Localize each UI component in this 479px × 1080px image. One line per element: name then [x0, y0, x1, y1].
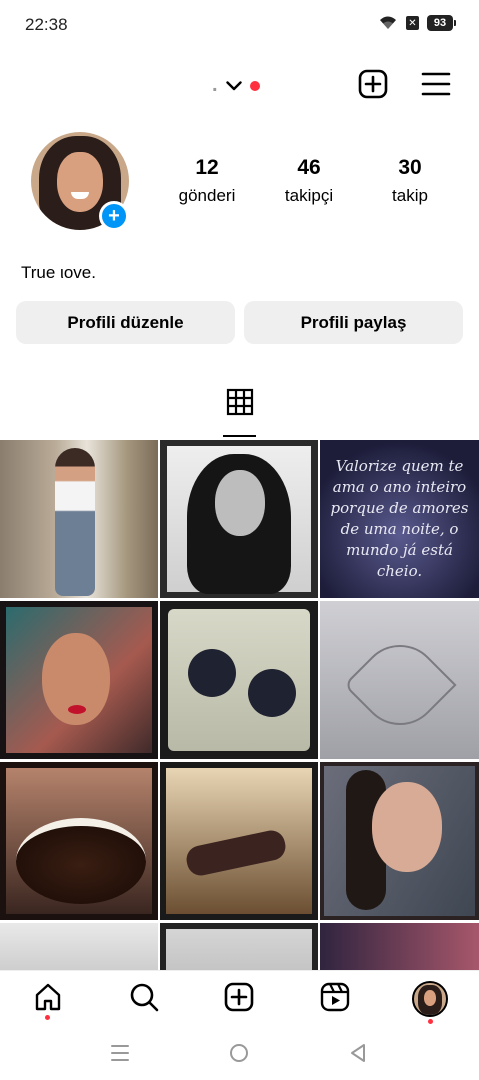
add-post-icon: [358, 69, 388, 104]
profile-notification-dot: [428, 1019, 433, 1024]
post-thumbnail[interactable]: [160, 923, 318, 970]
stat-posts-label: gönderi: [178, 186, 236, 205]
account-switcher[interactable]: .: [212, 74, 260, 97]
post-grid: Valorize quem te ama o ano inteiro porqu…: [0, 440, 479, 970]
home-icon: [33, 982, 63, 1017]
battery-icon: 93: [427, 15, 456, 31]
active-tab-indicator: [223, 435, 256, 437]
home-circle-icon: [229, 1043, 249, 1068]
recent-apps-icon: [110, 1044, 130, 1067]
post-quote-text: Valorize quem te ama o ano inteiro porqu…: [330, 457, 469, 580]
content-tabs: [0, 388, 479, 440]
system-navigation: [0, 1028, 479, 1080]
stat-following-value: 30: [398, 156, 422, 179]
stat-following-label: takip: [392, 186, 428, 205]
stat-followers-label: takipçi: [284, 186, 334, 205]
profile-avatar[interactable]: +: [31, 132, 129, 231]
stat-following[interactable]: 30 takip: [360, 156, 460, 206]
nav-reels[interactable]: [317, 981, 353, 1017]
profile-header: .: [0, 60, 479, 110]
status-icons: ✕ 93: [378, 15, 456, 31]
menu-icon: [421, 71, 451, 102]
profile-avatar-icon: [412, 981, 448, 1017]
menu-button[interactable]: [420, 70, 452, 102]
profile-bio: True ιove.: [21, 263, 96, 282]
nav-profile[interactable]: [412, 981, 448, 1017]
post-thumbnail[interactable]: [0, 923, 158, 970]
post-thumbnail[interactable]: [0, 601, 158, 759]
grid-icon: [226, 388, 254, 421]
wifi-icon: [378, 15, 398, 31]
notification-dot: [249, 80, 260, 91]
nav-home[interactable]: [30, 981, 66, 1017]
bottom-navigation: [0, 970, 479, 1028]
x-badge-icon: ✕: [406, 16, 419, 30]
post-thumbnail[interactable]: [160, 440, 318, 598]
search-icon: [129, 982, 159, 1017]
post-thumbnail[interactable]: [160, 762, 318, 920]
post-thumbnail[interactable]: [320, 923, 479, 970]
stat-posts-value: 12: [195, 156, 219, 179]
share-profile-button[interactable]: Profili paylaş: [244, 301, 463, 344]
post-thumbnail[interactable]: [160, 601, 318, 759]
edit-profile-button[interactable]: Profili düzenle: [16, 301, 235, 344]
status-time: 22:38: [25, 15, 68, 34]
post-thumbnail[interactable]: [320, 601, 479, 759]
home-notification-dot: [45, 1015, 50, 1020]
reels-icon: [320, 982, 350, 1017]
post-thumbnail[interactable]: [0, 440, 158, 598]
back-icon: [349, 1043, 367, 1068]
post-thumbnail[interactable]: [0, 762, 158, 920]
stat-followers-value: 46: [297, 156, 321, 179]
username: .: [212, 74, 218, 96]
post-thumbnail[interactable]: Valorize quem te ama o ano inteiro porqu…: [320, 440, 479, 598]
back-system-button[interactable]: [345, 1042, 371, 1068]
nav-search[interactable]: [126, 981, 162, 1017]
post-thumbnail[interactable]: [320, 762, 479, 920]
profile-actions: Profili düzenle Profili paylaş: [16, 301, 463, 344]
recent-apps-button[interactable]: [107, 1042, 133, 1068]
create-post-button[interactable]: [357, 69, 389, 104]
chevron-down-icon: [225, 80, 242, 91]
home-system-button[interactable]: [226, 1042, 252, 1068]
tab-grid[interactable]: [223, 388, 257, 436]
status-bar: 22:38 ✕ 93: [0, 0, 479, 52]
add-story-icon[interactable]: +: [99, 201, 129, 231]
stat-posts[interactable]: 12 gönderi: [157, 156, 257, 206]
stat-followers[interactable]: 46 takipçi: [259, 156, 359, 206]
nav-create[interactable]: [221, 981, 257, 1017]
create-icon: [224, 982, 254, 1017]
